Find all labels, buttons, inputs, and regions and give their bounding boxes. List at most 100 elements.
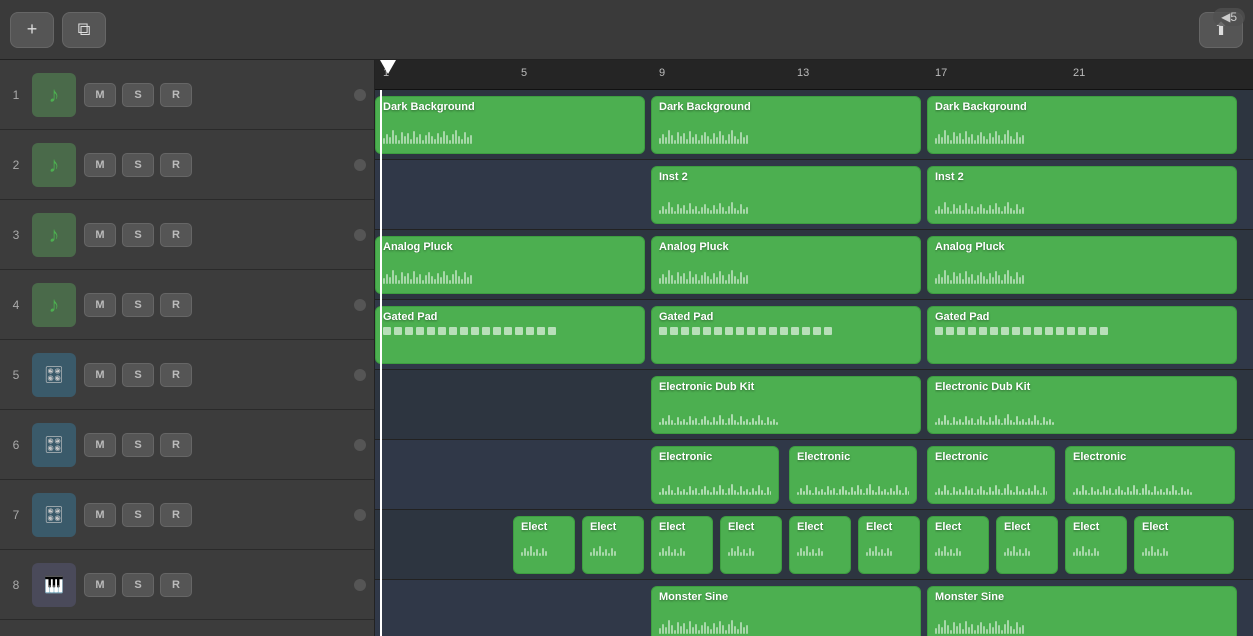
drum-machine-icon: 🎛: [44, 505, 64, 525]
track-s-button-6[interactable]: S: [122, 433, 154, 457]
track-r-button-8[interactable]: R: [160, 573, 192, 597]
track-controls-8: MSR: [84, 573, 346, 597]
track-r-button-4[interactable]: R: [160, 293, 192, 317]
region-23[interactable]: Elect: [927, 516, 989, 574]
duplicate-button[interactable]: ⧉: [62, 12, 106, 48]
track-s-button-4[interactable]: S: [122, 293, 154, 317]
region-5[interactable]: Analog Pluck: [375, 236, 645, 294]
track-dot-4: [354, 299, 366, 311]
region-18[interactable]: Elect: [582, 516, 644, 574]
region-12[interactable]: Electronic Dub Kit: [927, 376, 1237, 434]
track-m-button-8[interactable]: M: [84, 573, 116, 597]
track-number-1: 1: [8, 88, 24, 102]
track-s-button-5[interactable]: S: [122, 363, 154, 387]
region-3[interactable]: Inst 2: [651, 166, 921, 224]
region-7[interactable]: Analog Pluck: [927, 236, 1237, 294]
region-13[interactable]: Electronic: [651, 446, 779, 504]
track-r-button-2[interactable]: R: [160, 153, 192, 177]
track-icon-5[interactable]: 🎛: [32, 353, 76, 397]
region-11[interactable]: Electronic Dub Kit: [651, 376, 921, 434]
region-10[interactable]: Gated Pad: [927, 306, 1237, 364]
track-s-button-1[interactable]: S: [122, 83, 154, 107]
track-m-button-1[interactable]: M: [84, 83, 116, 107]
region-26[interactable]: Elect: [1134, 516, 1234, 574]
region-title-9: Gated Pad: [659, 311, 913, 323]
arrange-row-2: Inst 2Inst 2: [375, 160, 1253, 230]
region-15[interactable]: Electronic: [927, 446, 1055, 504]
region-28[interactable]: Monster Sine: [927, 586, 1237, 636]
region-title-25: Elect: [1073, 521, 1119, 533]
track-icon-4[interactable]: ♪: [32, 283, 76, 327]
region-19[interactable]: Elect: [651, 516, 713, 574]
region-21[interactable]: Elect: [789, 516, 851, 574]
track-r-button-3[interactable]: R: [160, 223, 192, 247]
region-0[interactable]: Dark Background: [375, 96, 645, 154]
region-9[interactable]: Gated Pad: [651, 306, 921, 364]
track-controls-4: MSR: [84, 293, 346, 317]
track-number-4: 4: [8, 298, 24, 312]
track-s-button-2[interactable]: S: [122, 153, 154, 177]
ruler-mark-17: 17: [935, 67, 947, 79]
track-row-1: 1 ♪ MSR: [0, 60, 374, 130]
track-dot-6: [354, 439, 366, 451]
track-m-button-6[interactable]: M: [84, 433, 116, 457]
track-icon-8[interactable]: 🎹: [32, 563, 76, 607]
track-s-button-7[interactable]: S: [122, 503, 154, 527]
region-2[interactable]: Dark Background: [927, 96, 1237, 154]
track-icon-3[interactable]: ♪: [32, 213, 76, 257]
region-title-7: Analog Pluck: [935, 241, 1229, 253]
region-8[interactable]: Gated Pad: [375, 306, 645, 364]
region-title-2: Dark Background: [935, 101, 1229, 113]
arrange-rows: Dark Background Dark Background Dark Backg…: [375, 90, 1253, 636]
toolbar: + ⧉ ⬆: [0, 0, 1253, 60]
track-controls-7: MSR: [84, 503, 346, 527]
track-number-2: 2: [8, 158, 24, 172]
region-title-11: Electronic Dub Kit: [659, 381, 913, 393]
arrange-row-4: Gated Pad Gated Pad Gated Pad: [375, 300, 1253, 370]
region-6[interactable]: Analog Pluck: [651, 236, 921, 294]
track-m-button-4[interactable]: M: [84, 293, 116, 317]
region-16[interactable]: Electronic: [1065, 446, 1235, 504]
track-r-button-7[interactable]: R: [160, 503, 192, 527]
ruler: 159131721: [375, 60, 1253, 90]
track-m-button-2[interactable]: M: [84, 153, 116, 177]
region-4[interactable]: Inst 2: [927, 166, 1237, 224]
track-m-button-3[interactable]: M: [84, 223, 116, 247]
region-14[interactable]: Electronic: [789, 446, 917, 504]
region-title-0: Dark Background: [383, 101, 637, 113]
track-row-8: 8🎹MSR: [0, 550, 374, 620]
region-1[interactable]: Dark Background: [651, 96, 921, 154]
track-controls-3: MSR: [84, 223, 346, 247]
ruler-mark-21: 21: [1073, 67, 1085, 79]
track-m-button-5[interactable]: M: [84, 363, 116, 387]
track-s-button-8[interactable]: S: [122, 573, 154, 597]
music-note-icon: ♪: [49, 292, 60, 318]
region-title-21: Elect: [797, 521, 843, 533]
arrange-row-6: ElectronicElectronicElectronicElectronic: [375, 440, 1253, 510]
track-icon-6[interactable]: 🎛: [32, 423, 76, 467]
region-title-16: Electronic: [1073, 451, 1227, 463]
track-dot-2: [354, 159, 366, 171]
track-m-button-7[interactable]: M: [84, 503, 116, 527]
region-title-23: Elect: [935, 521, 981, 533]
region-24[interactable]: Elect: [996, 516, 1058, 574]
track-icon-2[interactable]: ♪: [32, 143, 76, 187]
region-27[interactable]: Monster Sine: [651, 586, 921, 636]
track-r-button-5[interactable]: R: [160, 363, 192, 387]
track-r-button-1[interactable]: R: [160, 83, 192, 107]
track-r-button-6[interactable]: R: [160, 433, 192, 457]
region-22[interactable]: Elect: [858, 516, 920, 574]
drum-machine-icon: 🎛: [44, 435, 64, 455]
add-track-button[interactable]: +: [10, 12, 54, 48]
region-17[interactable]: Elect: [513, 516, 575, 574]
track-s-button-3[interactable]: S: [122, 223, 154, 247]
region-25[interactable]: Elect: [1065, 516, 1127, 574]
region-title-1: Dark Background: [659, 101, 913, 113]
track-icon-7[interactable]: 🎛: [32, 493, 76, 537]
region-title-26: Elect: [1142, 521, 1226, 533]
ruler-mark-9: 9: [659, 67, 665, 79]
region-title-15: Electronic: [935, 451, 1047, 463]
region-20[interactable]: Elect: [720, 516, 782, 574]
track-row-2: 2 ♪ MSR: [0, 130, 374, 200]
track-icon-1[interactable]: ♪: [32, 73, 76, 117]
